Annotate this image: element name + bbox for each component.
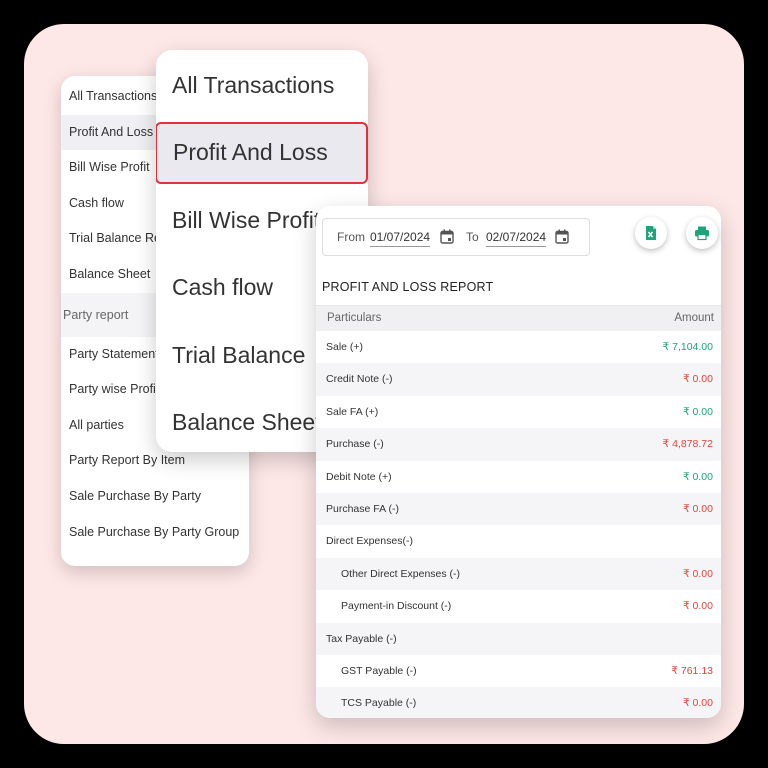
row-particular: GST Payable (-) [341, 664, 417, 677]
row-amount: ₹ 0.00 [682, 470, 713, 483]
row-particular: TCS Payable (-) [341, 697, 417, 710]
column-particulars: Particulars [327, 312, 382, 324]
row-amount: ₹ 0.00 [682, 600, 713, 613]
calendar-icon[interactable] [555, 229, 569, 244]
table-row: GST Payable (-) ₹ 761.13 [316, 655, 721, 687]
row-particular: Tax Payable (-) [326, 632, 397, 645]
table-row: Payment-in Discount (-) ₹ 0.00 [316, 590, 721, 622]
zoom-menu-item[interactable]: All Transactions [156, 54, 368, 116]
calendar-icon[interactable] [440, 229, 454, 244]
row-amount: ₹ 0.00 [682, 405, 713, 418]
print-icon [695, 226, 709, 241]
from-label: From [337, 230, 365, 244]
table-row: Debit Note (+) ₹ 0.00 [316, 461, 721, 493]
from-date-input[interactable]: 01/07/2024 [370, 230, 431, 247]
row-particular: Payment-in Discount (-) [341, 600, 452, 613]
table-row: TCS Payable (-) ₹ 0.00 [316, 687, 721, 718]
to-label: To [466, 230, 479, 244]
row-particular: Direct Expenses(-) [326, 535, 413, 548]
to-date-input[interactable]: 02/07/2024 [486, 230, 547, 247]
table-row: Other Direct Expenses (-) ₹ 0.00 [316, 557, 721, 591]
row-amount: ₹ 4,878.72 [662, 438, 713, 451]
table-header: Particulars Amount [316, 305, 721, 331]
date-range-filter: From 01/07/2024 To 02/07/2024 [322, 218, 590, 256]
report-title: PROFIT AND LOSS REPORT [322, 280, 494, 294]
row-amount: ₹ 761.13 [671, 664, 713, 677]
print-button[interactable] [686, 217, 718, 249]
table-row: Tax Payable (-) [316, 622, 721, 655]
profit-loss-report-panel: From 01/07/2024 To 02/07/2024 PROFIT AND… [316, 206, 721, 718]
row-particular: Purchase FA (-) [326, 502, 399, 515]
table-row: Direct Expenses(-) [316, 525, 721, 557]
row-particular: Sale FA (+) [326, 405, 379, 418]
promo-canvas: All Transactions Profit And Loss Bill Wise… [24, 24, 744, 744]
row-particular: Sale (+) [326, 341, 364, 353]
row-amount: ₹ 0.00 [682, 567, 713, 580]
row-particular: Other Direct Expenses (-) [341, 567, 461, 580]
row-amount: ₹ 7,104.00 [662, 341, 713, 353]
table-row: Credit Note (-) ₹ 0.00 [316, 363, 721, 396]
table-body: Sale (+) ₹ 7,104.00 Credit Note (-) ₹ 0.00 S… [316, 331, 721, 718]
row-amount: ₹ 0.00 [682, 697, 713, 710]
zoom-menu-item[interactable]: Profit And Loss [156, 122, 368, 184]
row-particular: Debit Note (+) [326, 470, 392, 483]
row-particular: Credit Note (-) [326, 373, 393, 386]
column-amount: Amount [674, 312, 714, 324]
excel-export-icon [646, 226, 656, 240]
table-row: Purchase (-) ₹ 4,878.72 [316, 428, 721, 461]
sidebar-party-item[interactable]: Sale Purchase By Party Group [61, 515, 249, 551]
table-row: Purchase FA (-) ₹ 0.00 [316, 492, 721, 526]
row-particular: Purchase (-) [326, 438, 384, 451]
excel-export-button[interactable] [635, 217, 667, 249]
report-table: Particulars Amount Sale (+) ₹ 7,104.00 Cre… [316, 305, 721, 718]
row-amount: ₹ 0.00 [682, 373, 713, 386]
table-row: Sale (+) ₹ 7,104.00 [316, 331, 721, 363]
sidebar-party-item[interactable]: Sale Purchase By Party [61, 479, 249, 515]
table-row: Sale FA (+) ₹ 0.00 [316, 396, 721, 428]
row-amount: ₹ 0.00 [682, 502, 713, 515]
